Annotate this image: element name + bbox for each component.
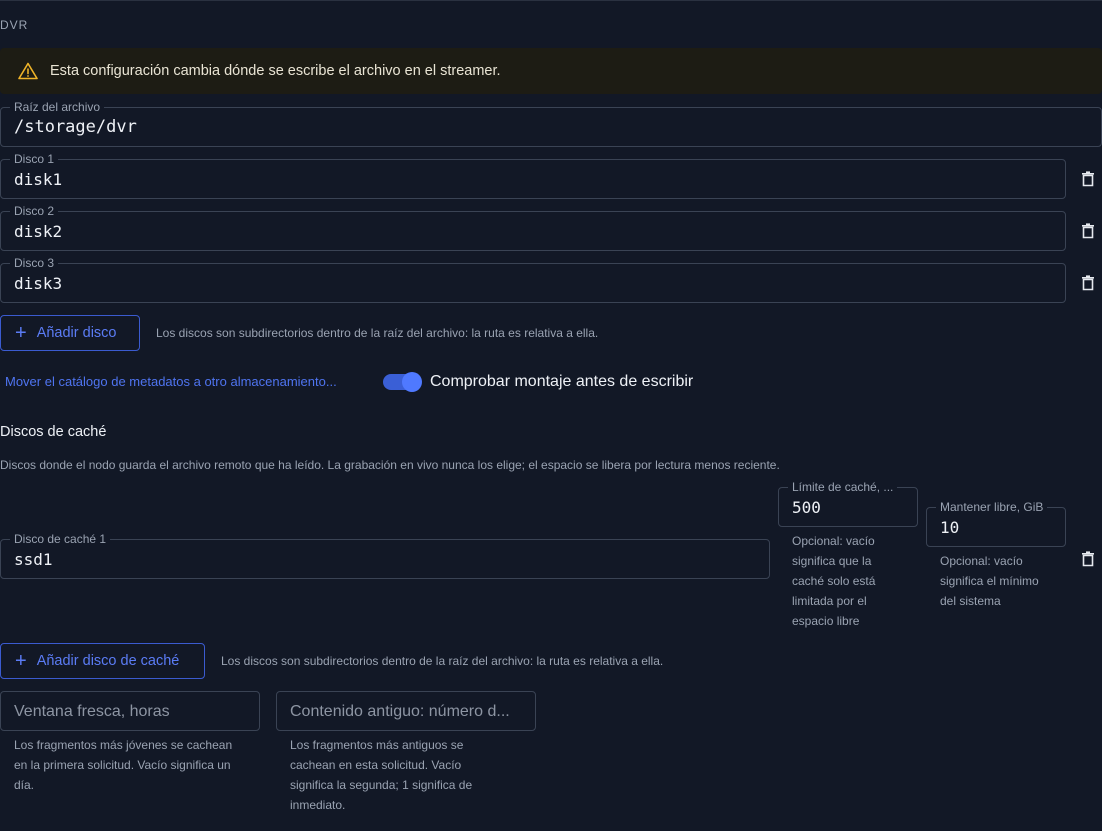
cache-limit-field[interactable]: Límite de caché, ... 500 — [778, 480, 918, 527]
delete-disk-2-icon[interactable] — [1081, 223, 1095, 239]
plus-icon: + — [15, 650, 27, 672]
archive-root-value: /storage/dvr — [14, 117, 137, 137]
fresh-window-input[interactable]: Ventana fresca, horas — [0, 691, 260, 731]
delete-cache-disk-1-icon[interactable] — [1081, 551, 1095, 567]
add-disk-hint: Los discos son subdirectorios dentro de … — [156, 326, 599, 340]
disk-1-label: Disco 1 — [10, 152, 59, 166]
add-disk-button[interactable]: + Añadir disco — [0, 315, 140, 351]
cache-limit-value: 500 — [792, 498, 821, 517]
delete-disk-1-icon[interactable] — [1081, 171, 1095, 187]
warning-banner: Esta configuración cambia dónde se escri… — [0, 48, 1102, 94]
plus-icon: + — [15, 322, 27, 344]
keep-free-help: Opcional: vacío significa el mínimo del … — [940, 554, 1039, 608]
cache-disk-1-field[interactable]: Disco de caché 1 ssd1 — [0, 532, 770, 579]
section-label: DVR — [0, 18, 29, 32]
toggle-knob — [402, 372, 422, 392]
warning-text: Esta configuración cambia dónde se escri… — [50, 63, 501, 79]
disk-2-value: disk2 — [14, 222, 63, 241]
disk-3-field[interactable]: Disco 3 disk3 — [0, 256, 1066, 303]
keep-free-label: Mantener libre, GiB — [936, 500, 1048, 514]
fresh-window-help: Los fragmentos más jóvenes se cachean en… — [14, 738, 233, 792]
cache-limit-label: Límite de caché, ... — [788, 480, 898, 494]
old-content-input[interactable]: Contenido antiguo: número d... — [276, 691, 536, 731]
disk-1-value: disk1 — [14, 170, 63, 189]
add-cache-disk-button[interactable]: + Añadir disco de caché — [0, 643, 205, 679]
add-disk-label: Añadir disco — [36, 325, 117, 341]
cache-limit-help: Opcional: vacío significa que la caché s… — [792, 534, 876, 628]
mount-check-label: Comprobar montaje antes de escribir — [430, 373, 694, 390]
disk-3-value: disk3 — [14, 274, 63, 293]
cache-section-title: Discos de caché — [0, 424, 107, 440]
disk-1-field[interactable]: Disco 1 disk1 — [0, 152, 1066, 199]
keep-free-value: 10 — [940, 518, 960, 537]
add-cache-disk-label: Añadir disco de caché — [36, 653, 180, 669]
keep-free-field[interactable]: Mantener libre, GiB 10 — [926, 500, 1066, 547]
cache-section-description: Discos donde el nodo guarda el archivo r… — [0, 458, 780, 472]
archive-root-field[interactable]: Raíz del archivo /storage/dvr — [0, 100, 1102, 147]
mount-check-toggle[interactable] — [383, 372, 422, 392]
cache-disk-1-value: ssd1 — [14, 550, 53, 569]
fresh-window-placeholder: Ventana fresca, horas — [14, 703, 170, 720]
disk-3-label: Disco 3 — [10, 256, 59, 270]
cache-disk-1-label: Disco de caché 1 — [10, 532, 111, 546]
delete-disk-3-icon[interactable] — [1081, 275, 1095, 291]
add-cache-disk-hint: Los discos son subdirectorios dentro de … — [221, 654, 664, 668]
disk-2-field[interactable]: Disco 2 disk2 — [0, 204, 1066, 251]
warning-icon — [18, 62, 38, 80]
disk-2-label: Disco 2 — [10, 204, 59, 218]
archive-root-label: Raíz del archivo — [10, 100, 105, 114]
move-metadata-link[interactable]: Mover el catálogo de metadatos a otro al… — [5, 374, 337, 389]
old-content-help: Los fragmentos más antiguos se cachean e… — [290, 738, 473, 812]
old-content-placeholder: Contenido antiguo: número d... — [290, 703, 510, 720]
top-divider — [0, 0, 1102, 1]
